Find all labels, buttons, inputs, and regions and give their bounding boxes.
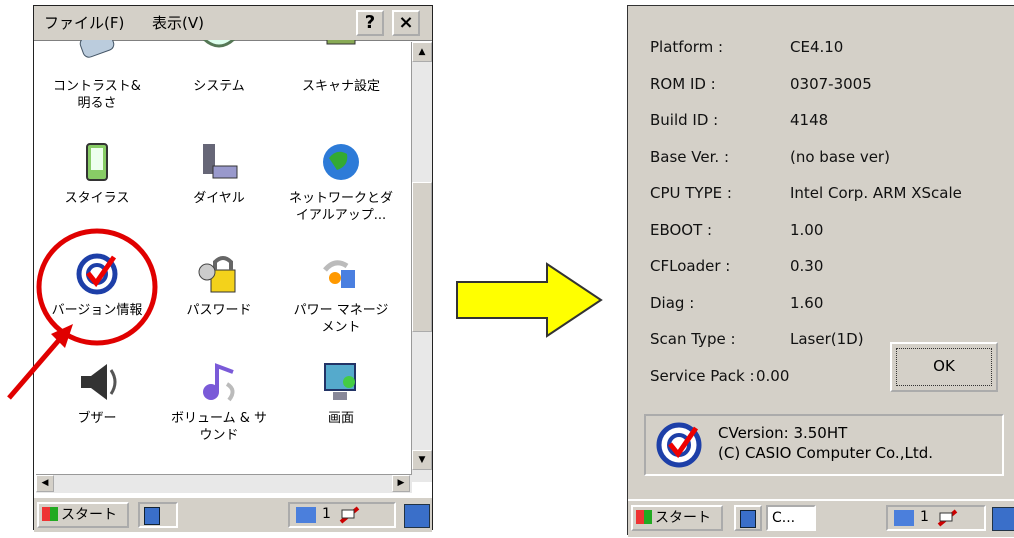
control-panel-item-label: ダイヤル xyxy=(193,191,245,206)
menu-bar: ファイル(F) 表示(V) ? × xyxy=(34,6,432,41)
network-tray-icon[interactable] xyxy=(296,507,316,523)
close-button[interactable]: × xyxy=(392,10,420,36)
control-panel-item-label: スタイラス xyxy=(64,191,130,206)
cversion-task-button[interactable]: C... xyxy=(766,505,816,531)
start-button[interactable]: スタート xyxy=(631,505,723,531)
flag-tray-icon[interactable] xyxy=(338,506,364,524)
start-label: スタート xyxy=(655,510,711,526)
taskbar: スタート C... 1 xyxy=(628,499,1014,537)
highlight-annotation xyxy=(7,228,158,400)
contrast-icon xyxy=(79,40,115,58)
info-label: Scan Type : xyxy=(650,330,736,348)
control-panel-item-label: 画面 xyxy=(327,411,354,426)
cversion-text: CVersion: 3.50HT xyxy=(718,424,848,442)
flag-tray-icon[interactable] xyxy=(936,509,962,527)
taskbar: スタート 1 xyxy=(34,496,432,532)
cversion-panel: CVersion: 3.50HT (C) CASIO Computer Co.,… xyxy=(644,414,1004,476)
info-value: Laser(1D) xyxy=(790,330,864,348)
view-menu[interactable]: 表示(V) xyxy=(152,12,204,33)
info-value: 1.00 xyxy=(790,220,824,239)
info-value: (no base ver) xyxy=(790,147,890,166)
info-label: Service Pack : xyxy=(650,366,755,385)
scroll-up-icon[interactable]: ▲ xyxy=(412,42,432,62)
dial-icon xyxy=(203,144,238,179)
info-label: CPU TYPE : xyxy=(650,184,732,202)
info-value: CE4.10 xyxy=(790,38,844,56)
yellow-arrow xyxy=(456,262,603,338)
control-panel-item[interactable]: システム xyxy=(164,40,274,95)
tray-area: 1 xyxy=(886,505,986,531)
file-menu[interactable]: ファイル(F) xyxy=(44,12,124,33)
control-panel-item[interactable]: スキャナ設定 xyxy=(286,40,396,95)
control-panel-item-label: コントラスト& 明るさ xyxy=(53,79,141,111)
stylus-icon xyxy=(86,143,108,181)
info-value: Intel Corp. ARM XScale xyxy=(790,184,962,202)
tray-area: 1 xyxy=(288,502,396,528)
copyright-text: (C) CASIO Computer Co.,Ltd. xyxy=(718,444,933,462)
info-label: Base Ver. : xyxy=(650,147,729,166)
left-device-screen: ファイル(F) 表示(V) ? × コントラスト& 明るさ システム スキャナ設定ス… xyxy=(7,5,433,532)
control-panel-item-label: ボリューム & サ ウンド xyxy=(170,411,267,443)
scroll-thumb[interactable] xyxy=(412,182,432,332)
input-indicator[interactable]: 1 xyxy=(920,509,929,525)
info-label: CFLoader : xyxy=(650,257,731,275)
settings-window-icon xyxy=(740,510,756,528)
info-value: 0.00 xyxy=(756,366,790,385)
settings-window-icon xyxy=(144,507,160,525)
start-button[interactable]: スタート xyxy=(37,502,129,528)
info-value: 4148 xyxy=(790,111,829,129)
windows-flag-icon xyxy=(42,507,58,521)
control-panel-item[interactable]: ネットワークとダ イアルアップ... xyxy=(286,140,396,224)
ok-button[interactable]: OK xyxy=(890,342,998,392)
task-window-button[interactable] xyxy=(138,502,178,528)
control-panel-item[interactable]: スタイラス xyxy=(42,140,152,207)
password-icon xyxy=(198,256,236,293)
info-label: ROM ID : xyxy=(650,74,716,93)
version-info-icon xyxy=(656,422,702,468)
control-panel-item[interactable]: ダイヤル xyxy=(164,140,274,207)
info-value: 0307-3005 xyxy=(790,74,872,93)
scroll-left-icon[interactable]: ◀ xyxy=(36,475,54,492)
control-panel-item-label: スキャナ設定 xyxy=(301,79,380,94)
horizontal-scrollbar[interactable]: ◀ ▶ xyxy=(36,474,412,493)
control-panel-item-label: システム xyxy=(193,79,245,94)
info-value: 0.30 xyxy=(790,257,824,275)
info-label: Platform : xyxy=(650,38,724,56)
help-button[interactable]: ? xyxy=(356,10,384,36)
scroll-right-icon[interactable]: ▶ xyxy=(392,475,410,492)
start-label: スタート xyxy=(61,507,117,523)
power-management-icon xyxy=(323,260,355,288)
info-label: Diag : xyxy=(650,293,695,312)
volume-sound-icon xyxy=(203,363,235,402)
desktop-icon[interactable] xyxy=(404,504,430,528)
control-panel-item[interactable]: パワー マネージ メント xyxy=(286,252,396,336)
network-tray-icon[interactable] xyxy=(894,510,914,526)
vertical-scrollbar[interactable]: ▲ ▼ xyxy=(411,42,432,482)
settings-task-button[interactable] xyxy=(734,505,762,531)
right-device-screen: Platform : CE4.10 ROM ID : 0307-3005 Build I… xyxy=(627,5,1014,537)
scanner-settings-icon xyxy=(326,40,356,45)
control-panel-item-label: パワー マネージ メント xyxy=(293,303,389,335)
desktop-icon[interactable] xyxy=(992,507,1014,531)
display-icon xyxy=(324,363,356,400)
control-panel-item-label: ブザー xyxy=(77,411,117,426)
info-value: 1.60 xyxy=(790,293,824,312)
input-indicator[interactable]: 1 xyxy=(322,506,331,522)
control-panel-item[interactable]: コントラスト& 明るさ xyxy=(42,40,152,112)
control-panel-item[interactable]: 画面 xyxy=(286,360,396,427)
control-panel-item-label: ネットワークとダ イアルアップ... xyxy=(288,191,393,223)
windows-flag-icon xyxy=(636,510,652,524)
system-icon xyxy=(202,40,236,48)
info-label: Build ID : xyxy=(650,111,719,129)
network-icon xyxy=(323,144,359,180)
info-label: EBOOT : xyxy=(650,220,713,239)
scroll-down-icon[interactable]: ▼ xyxy=(412,450,432,470)
